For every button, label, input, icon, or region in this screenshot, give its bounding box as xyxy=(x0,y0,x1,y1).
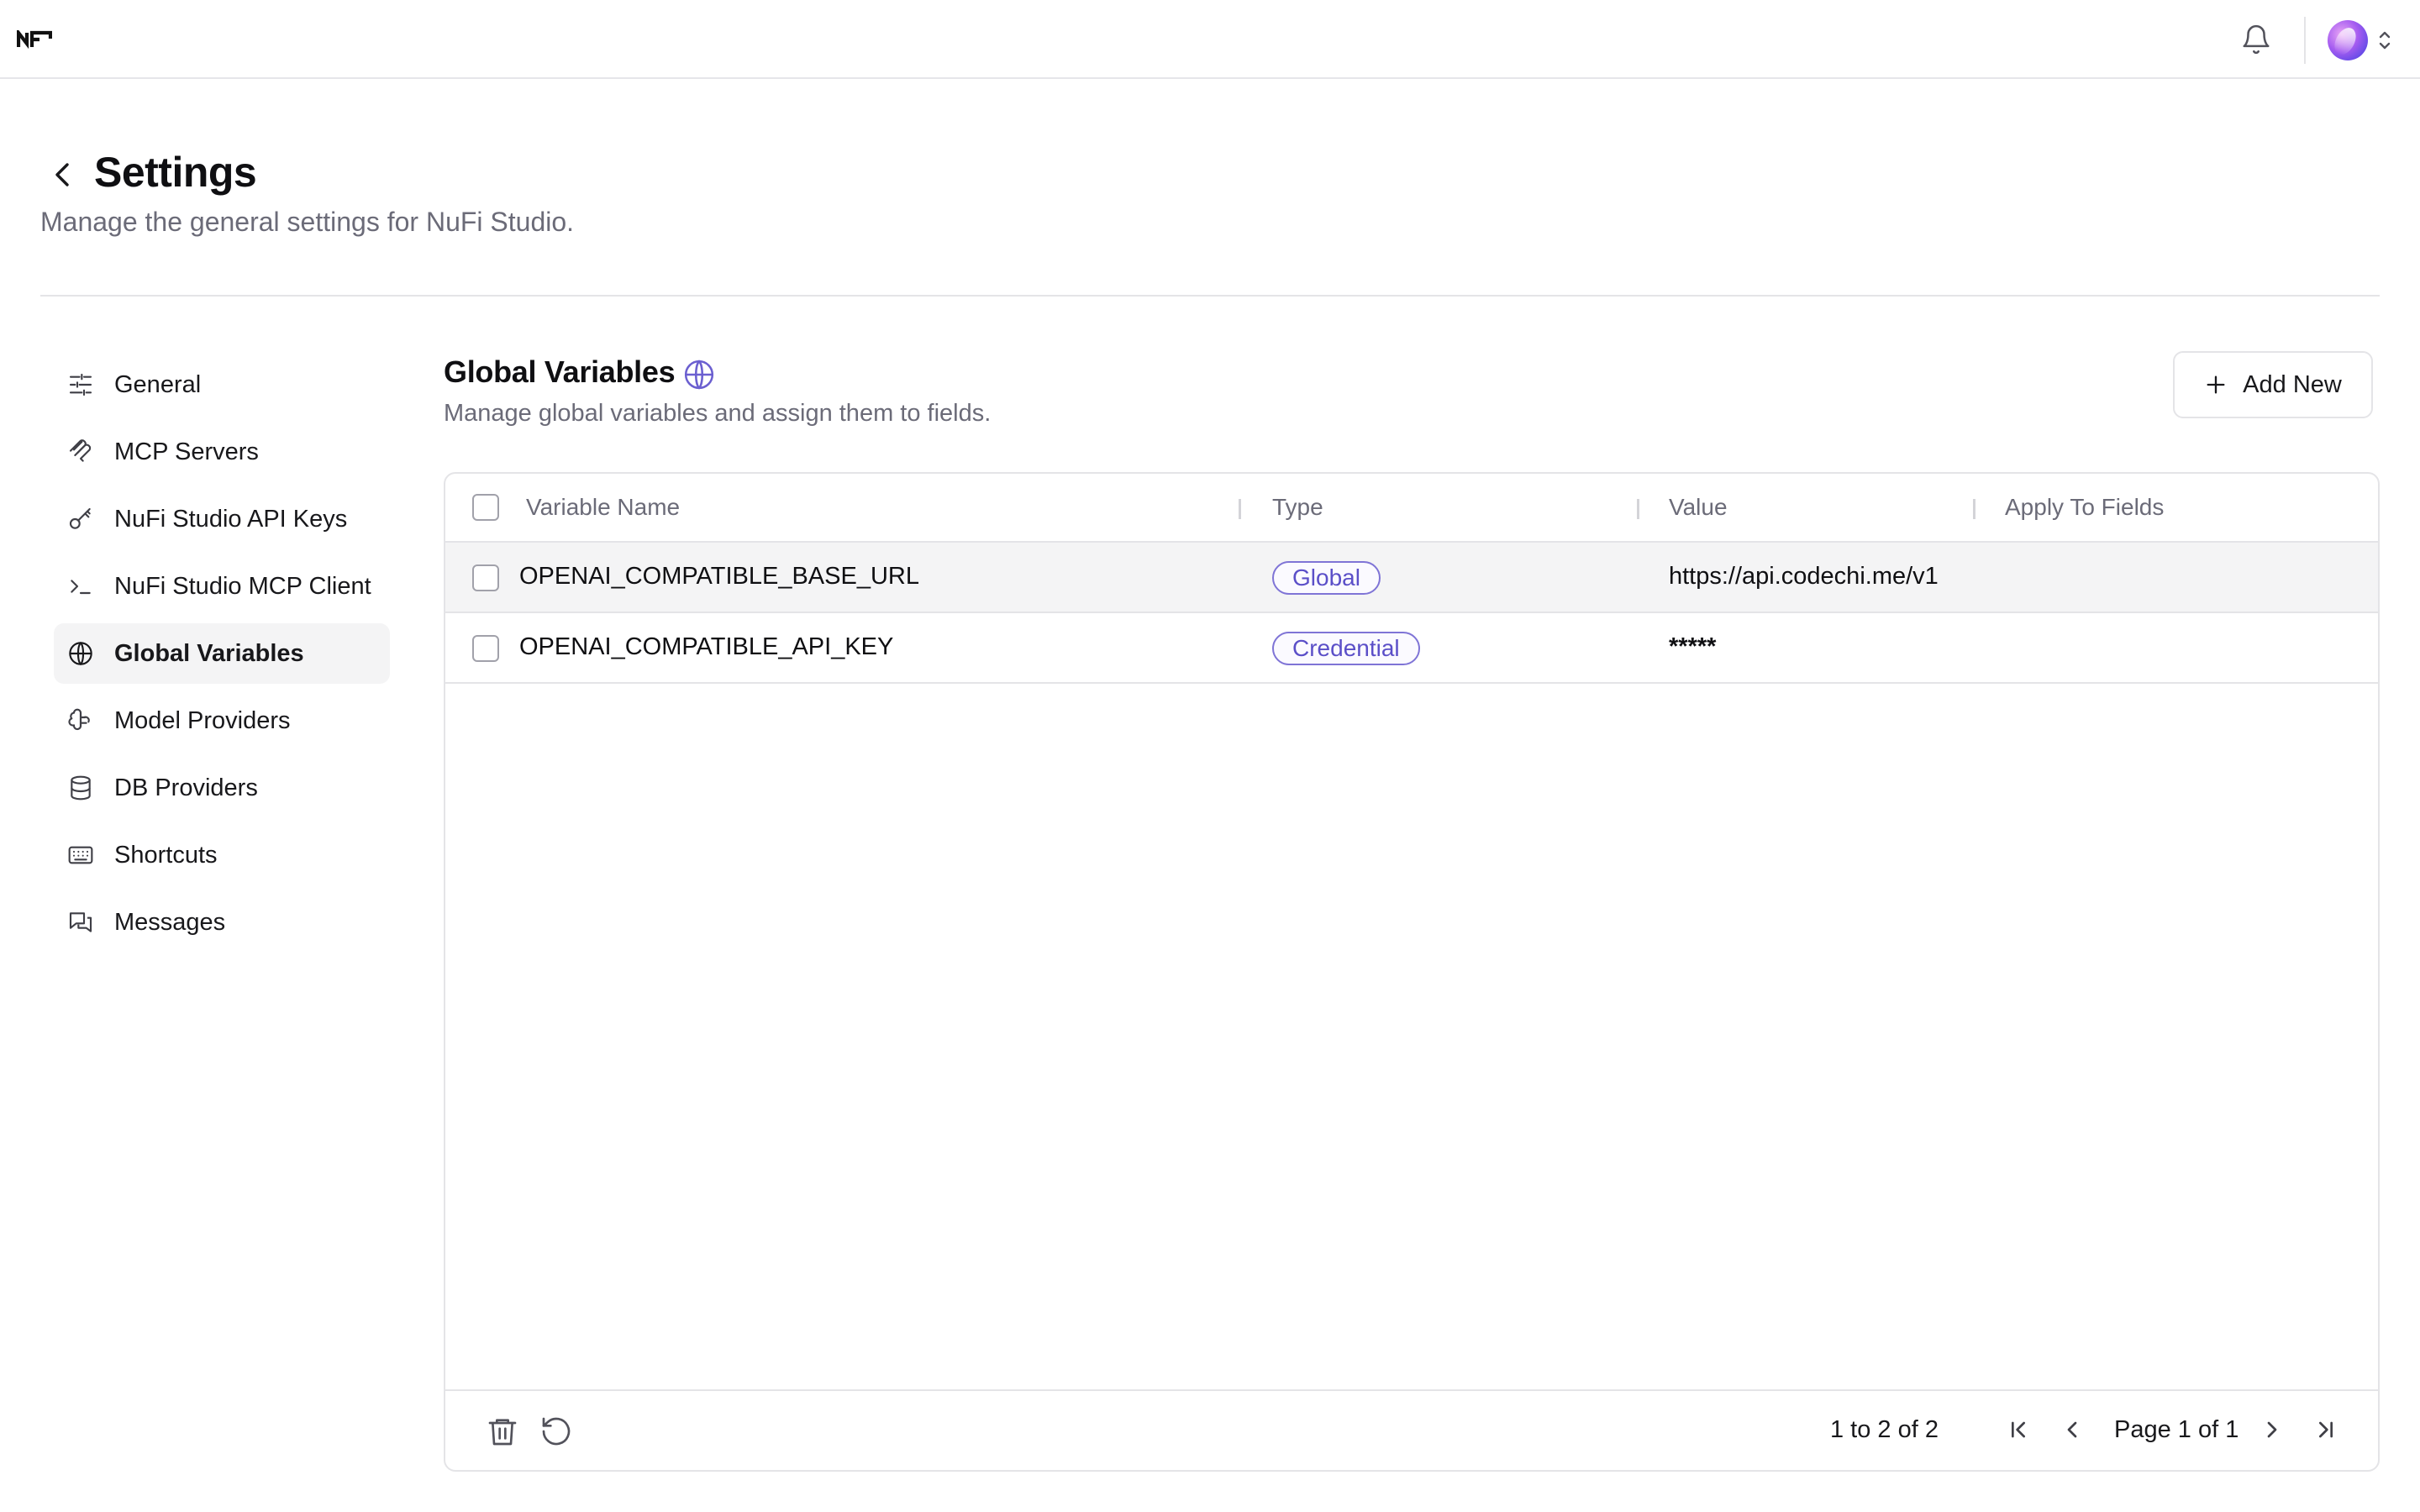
column-header-apply-to-fields[interactable]: Apply To Fields xyxy=(2005,494,2164,521)
sidebar-item-messages[interactable]: Messages xyxy=(54,892,390,953)
table-row[interactable]: OPENAI_COMPATIBLE_API_KEY Credential ***… xyxy=(445,613,2378,684)
first-page-icon[interactable] xyxy=(2005,1416,2032,1443)
select-all-checkbox[interactable] xyxy=(472,494,499,521)
pagination-range: 1 to 2 of 2 xyxy=(1830,1416,1939,1443)
plus-icon xyxy=(2207,375,2225,394)
sliders-icon xyxy=(69,373,92,396)
key-icon xyxy=(69,507,91,529)
keyboard-icon xyxy=(68,846,93,864)
column-header-type[interactable]: Type xyxy=(1272,494,1323,521)
chevron-up-down-icon[interactable] xyxy=(2376,29,2393,52)
next-page-icon[interactable] xyxy=(2259,1416,2286,1443)
nufi-logo[interactable] xyxy=(17,30,52,49)
section-title: Global Variables xyxy=(444,354,676,389)
settings-sidebar: General MCP Servers NuFi Studio API Keys… xyxy=(54,354,390,959)
top-bar xyxy=(0,0,2420,79)
topbar-divider xyxy=(2304,17,2306,64)
column-header-value[interactable]: Value xyxy=(1669,494,1728,521)
variable-name-cell: OPENAI_COMPATIBLE_API_KEY xyxy=(519,633,894,660)
page-title: Settings xyxy=(94,149,257,196)
sidebar-item-label: Model Providers xyxy=(114,706,291,734)
messages-icon xyxy=(69,912,92,932)
page-subtitle: Manage the general settings for NuFi Stu… xyxy=(40,207,575,237)
value-cell: ***** xyxy=(1669,633,1717,660)
table-footer: 1 to 2 of 2 Page 1 of 1 xyxy=(445,1389,2378,1470)
sidebar-item-shortcuts[interactable]: Shortcuts xyxy=(54,825,390,885)
sidebar-item-label: Global Variables xyxy=(114,639,304,667)
add-new-button[interactable]: Add New xyxy=(2173,351,2373,418)
variable-name-cell: OPENAI_COMPATIBLE_BASE_URL xyxy=(519,563,919,590)
brain-icon xyxy=(68,708,90,731)
page-indicator: Page 1 of 1 xyxy=(2114,1416,2239,1443)
add-new-label: Add New xyxy=(2243,370,2342,398)
sidebar-item-general[interactable]: General xyxy=(54,354,390,415)
previous-page-icon[interactable] xyxy=(2059,1416,2086,1443)
sidebar-item-label: DB Providers xyxy=(114,774,258,801)
sidebar-item-mcp-client[interactable]: NuFi Studio MCP Client xyxy=(54,556,390,617)
variables-table: Variable Name Type Value Apply To Fields… xyxy=(444,472,2380,1472)
table-header: Variable Name Type Value Apply To Fields xyxy=(445,474,2378,543)
last-page-icon[interactable] xyxy=(2312,1416,2339,1443)
sidebar-item-api-keys[interactable]: NuFi Studio API Keys xyxy=(54,489,390,549)
terminal-icon xyxy=(71,580,91,595)
table-row[interactable]: OPENAI_COMPATIBLE_BASE_URL Global https:… xyxy=(445,543,2378,613)
sidebar-item-label: Messages xyxy=(114,908,226,936)
refresh-icon[interactable] xyxy=(539,1415,573,1448)
sidebar-item-db-providers[interactable]: DB Providers xyxy=(54,758,390,818)
mcp-icon xyxy=(69,439,92,462)
column-resize-handle[interactable] xyxy=(1637,499,1639,519)
sidebar-item-mcp-servers[interactable]: MCP Servers xyxy=(54,422,390,482)
column-resize-handle[interactable] xyxy=(1239,499,1241,519)
globe-icon xyxy=(69,641,92,666)
column-resize-handle[interactable] xyxy=(1973,499,1975,519)
sidebar-item-label: Shortcuts xyxy=(114,841,218,869)
database-icon xyxy=(71,775,91,801)
bell-icon[interactable] xyxy=(2240,24,2272,55)
type-badge: Global xyxy=(1272,561,1381,595)
globe-icon xyxy=(684,360,714,390)
type-badge: Credential xyxy=(1272,632,1420,665)
value-cell: https://api.codechi.me/v1 xyxy=(1669,563,1939,590)
avatar[interactable] xyxy=(2328,20,2368,60)
sidebar-item-label: MCP Servers xyxy=(114,438,259,465)
sidebar-item-model-providers[interactable]: Model Providers xyxy=(54,690,390,751)
row-checkbox[interactable] xyxy=(472,564,499,591)
section-description: Manage global variables and assign them … xyxy=(444,400,992,427)
column-header-variable-name[interactable]: Variable Name xyxy=(526,494,680,521)
sidebar-item-label: NuFi Studio API Keys xyxy=(114,505,348,533)
sidebar-item-label: NuFi Studio MCP Client xyxy=(114,572,371,600)
sidebar-item-label: General xyxy=(114,370,202,398)
header-divider xyxy=(40,295,2380,297)
back-arrow-icon[interactable] xyxy=(49,158,76,192)
trash-icon[interactable] xyxy=(486,1415,519,1448)
row-checkbox[interactable] xyxy=(472,635,499,662)
sidebar-item-global-variables[interactable]: Global Variables xyxy=(54,623,390,684)
